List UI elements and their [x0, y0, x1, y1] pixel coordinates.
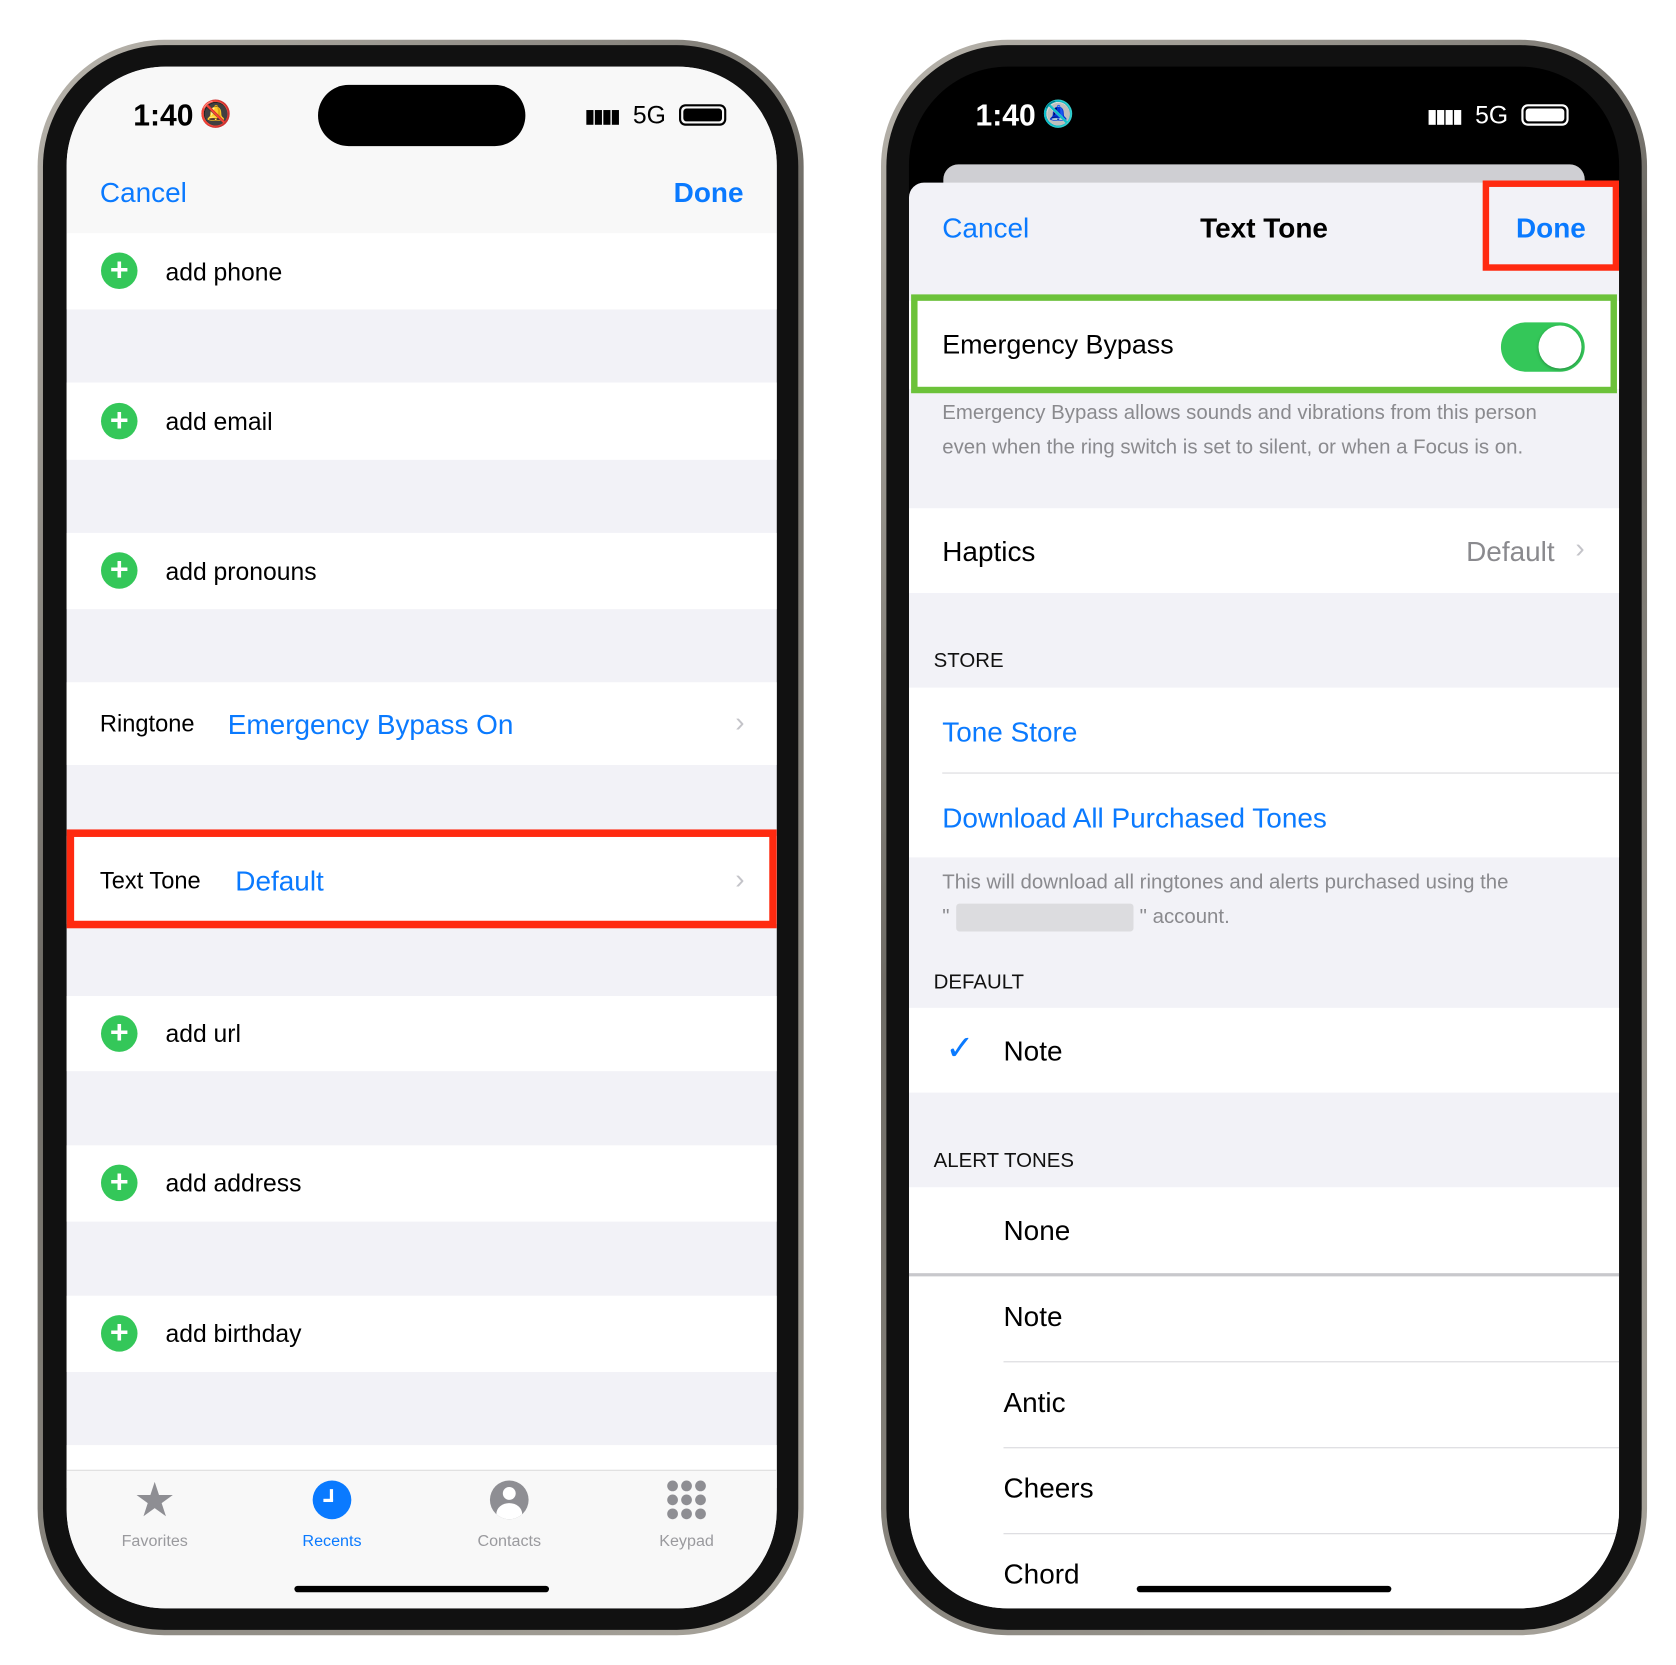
highlight-box-red: [66, 829, 777, 929]
done-button[interactable]: Done: [674, 176, 744, 209]
network-label: 5G: [632, 100, 666, 129]
haptics-label: Haptics: [942, 535, 1036, 568]
plus-icon: +: [100, 402, 138, 440]
tab-label: Favorites: [121, 1532, 188, 1551]
checkmark-icon: ✓: [945, 1028, 975, 1067]
tab-label: Keypad: [659, 1532, 714, 1551]
tone-label: Note: [1003, 1300, 1063, 1333]
tone-label: Antic: [1003, 1385, 1066, 1419]
tab-contacts[interactable]: Contacts: [445, 1476, 574, 1550]
dynamic-island: [318, 84, 526, 147]
silent-bell-icon: 🔕: [199, 99, 232, 129]
person-circle-icon: [445, 1476, 574, 1523]
home-indicator: [1136, 1585, 1392, 1593]
battery-icon: [1521, 104, 1569, 126]
quote-mark: ": [942, 905, 950, 929]
store-footer: This will download all ringtones and ale…: [942, 871, 1509, 894]
tone-store-link[interactable]: Tone Store: [942, 716, 1077, 749]
add-birthday-row[interactable]: + add birthday: [66, 1295, 777, 1373]
add-url-row[interactable]: + add url: [66, 995, 777, 1072]
tone-row[interactable]: Chord: [909, 1534, 1619, 1608]
tone-row[interactable]: None: [909, 1187, 1619, 1273]
plus-icon: +: [100, 252, 138, 290]
cancel-button[interactable]: Cancel: [100, 176, 187, 209]
highlight-box-green: [911, 294, 1617, 394]
tone-row[interactable]: Note: [909, 1276, 1619, 1362]
row-label: add email: [165, 407, 273, 436]
plus-icon: +: [100, 552, 138, 589]
alert-tones-list: None Note Antic Cheers Chord: [908, 1187, 1620, 1609]
default-note-row[interactable]: ✓ Note: [908, 1007, 1620, 1093]
row-label: add url: [165, 1019, 242, 1048]
keypad-icon: [622, 1476, 751, 1523]
tab-label: Contacts: [477, 1532, 542, 1551]
tone-label: Chord: [1003, 1557, 1080, 1591]
row-label: add phone: [165, 257, 283, 286]
emergency-bypass-footer: Emergency Bypass allows sounds and vibra…: [942, 401, 1537, 459]
add-address-row[interactable]: + add address: [66, 1145, 777, 1222]
star-icon: ★: [133, 1473, 176, 1527]
ringtone-row[interactable]: Ringtone Emergency Bypass On ›: [66, 682, 777, 765]
chevron-right-icon: ›: [735, 705, 745, 739]
chevron-right-icon: ›: [1575, 531, 1585, 565]
tab-favorites[interactable]: ★ Favorites: [90, 1473, 219, 1551]
ringtone-value: Emergency Bypass On: [227, 708, 514, 741]
add-phone-row[interactable]: + add phone: [66, 233, 777, 310]
row-label: add address: [165, 1168, 302, 1197]
row-label: add pronouns: [165, 557, 317, 586]
alert-tones-header: ALERT TONES: [933, 1149, 1074, 1173]
highlight-box-red: [1482, 180, 1620, 271]
tone-label: Cheers: [1003, 1471, 1094, 1505]
status-time: 1:40: [975, 98, 1036, 133]
plus-icon: +: [100, 1164, 138, 1202]
default-header: DEFAULT: [933, 971, 1025, 994]
ringtone-label: Ringtone: [99, 710, 195, 738]
redacted-account: [955, 903, 1134, 932]
clock-icon: [268, 1476, 397, 1523]
silent-bell-icon: 🔕: [1042, 99, 1075, 129]
tab-recents[interactable]: Recents: [268, 1476, 397, 1550]
battery-icon: [679, 104, 727, 126]
left-screen: 1:40 🔕 ▮▮▮▮ 5G Cancel Done + add phone + a…: [66, 66, 777, 1609]
store-footer-account: " account.: [1139, 905, 1230, 929]
tab-keypad[interactable]: Keypad: [622, 1476, 751, 1550]
tone-row[interactable]: Cheers: [909, 1448, 1619, 1534]
home-indicator: [294, 1585, 550, 1593]
signal-icon: ▮▮▮▮: [1426, 105, 1463, 127]
tone-row[interactable]: Antic: [909, 1362, 1619, 1448]
haptics-value: Default: [1466, 535, 1555, 568]
network-label: 5G: [1475, 100, 1509, 129]
tone-label: Note: [1003, 1034, 1063, 1067]
haptics-row[interactable]: Haptics Default ›: [908, 508, 1620, 594]
add-pronouns-row[interactable]: + add pronouns: [66, 532, 777, 610]
right-screen: 1:40 🔕 ▮▮▮▮ 5G Cancel Text Tone Done Eme…: [908, 66, 1620, 1609]
signal-icon: ▮▮▮▮: [584, 105, 620, 127]
separator: [942, 772, 1620, 774]
add-email-row[interactable]: + add email: [66, 382, 777, 460]
status-time: 1:40: [133, 98, 194, 133]
download-all-purchased-tones-link[interactable]: Download All Purchased Tones: [942, 802, 1327, 835]
tab-label: Recents: [302, 1532, 362, 1551]
row-label: add birthday: [165, 1319, 302, 1348]
tone-label: None: [1003, 1214, 1071, 1247]
store-header: STORE: [933, 650, 1004, 673]
store-group: Tone Store Download All Purchased Tones: [908, 687, 1620, 858]
plus-icon: +: [100, 1015, 138, 1052]
plus-icon: +: [100, 1315, 138, 1352]
